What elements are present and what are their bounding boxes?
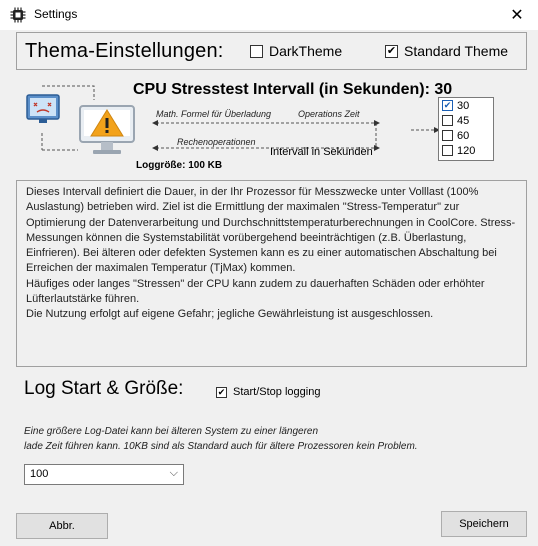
cpu-chip-icon: [10, 7, 26, 23]
broken-monitor-icon: [26, 94, 60, 123]
log-size-label: Loggröße: 100 KB: [136, 160, 223, 171]
interval-option-label: 30: [457, 99, 470, 112]
interval-checkbox[interactable]: [442, 130, 453, 141]
logging-box[interactable]: ✔: [216, 386, 227, 398]
cancel-button[interactable]: Abbr.: [16, 513, 108, 539]
window-title: Settings: [34, 7, 78, 21]
interval-label: Intervall in Sekunden: [270, 146, 373, 158]
interval-option-label: 120: [457, 144, 476, 157]
interval-option-45[interactable]: 45: [439, 113, 493, 128]
dark-theme-checkbox[interactable]: DarkTheme: [250, 43, 342, 59]
log-heading: Log Start & Größe:: [24, 378, 184, 399]
check-icon: ✔: [217, 386, 226, 397]
interval-option-label: 60: [457, 129, 470, 142]
log-note-line-2: lade Zeit führen kann. 10KB sind als Sta…: [24, 441, 418, 452]
standard-theme-label: Standard Theme: [404, 43, 509, 59]
interval-checkbox[interactable]: [442, 145, 453, 156]
logging-checkbox[interactable]: ✔ Start/Stop logging: [216, 386, 320, 398]
chevron-down-icon: ⌵: [169, 467, 178, 479]
log-size-select[interactable]: 100 ⌵: [24, 464, 184, 485]
interval-option-label: 45: [457, 114, 470, 127]
log-size-value: 100: [30, 468, 49, 480]
dark-theme-label: DarkTheme: [269, 43, 343, 59]
save-button[interactable]: Speichern: [441, 511, 527, 537]
interval-option-60[interactable]: 60: [439, 128, 493, 143]
compute-label: Rechenoperationen: [177, 137, 256, 147]
interval-checkbox[interactable]: [442, 115, 453, 126]
description-text: Dieses Intervall definiert die Dauer, in…: [26, 186, 516, 321]
title-bar: Settings ✕: [0, 0, 538, 30]
close-button[interactable]: ✕: [502, 0, 532, 30]
theme-settings-box: Thema-Einstellungen: DarkTheme ✔ Standar…: [16, 32, 527, 70]
log-note: Eine größere Log-Datei kann bei älteren …: [24, 424, 418, 454]
close-icon: ✕: [510, 7, 524, 24]
logging-label: Start/Stop logging: [233, 386, 321, 398]
theme-heading: Thema-Einstellungen:: [25, 40, 224, 62]
formula-label: Math. Formel für Überladung: [156, 109, 272, 119]
interval-option-120[interactable]: 120: [439, 143, 493, 158]
interval-list[interactable]: ✔ 30 45 60 120: [438, 97, 494, 161]
monitor-warning-icon: [79, 105, 135, 154]
dark-theme-box[interactable]: [250, 44, 263, 58]
standard-theme-checkbox[interactable]: ✔ Standard Theme: [385, 43, 508, 59]
description-box: Dieses Intervall definiert die Dauer, in…: [16, 180, 527, 367]
interval-checkbox[interactable]: ✔: [442, 100, 453, 111]
standard-theme-box[interactable]: ✔: [385, 44, 398, 58]
check-icon: ✔: [386, 44, 397, 57]
log-note-line-1: Eine größere Log-Datei kann bei älteren …: [24, 426, 319, 437]
interval-option-30[interactable]: ✔ 30: [439, 98, 493, 113]
operations-label: Operations Zeit: [298, 109, 360, 119]
